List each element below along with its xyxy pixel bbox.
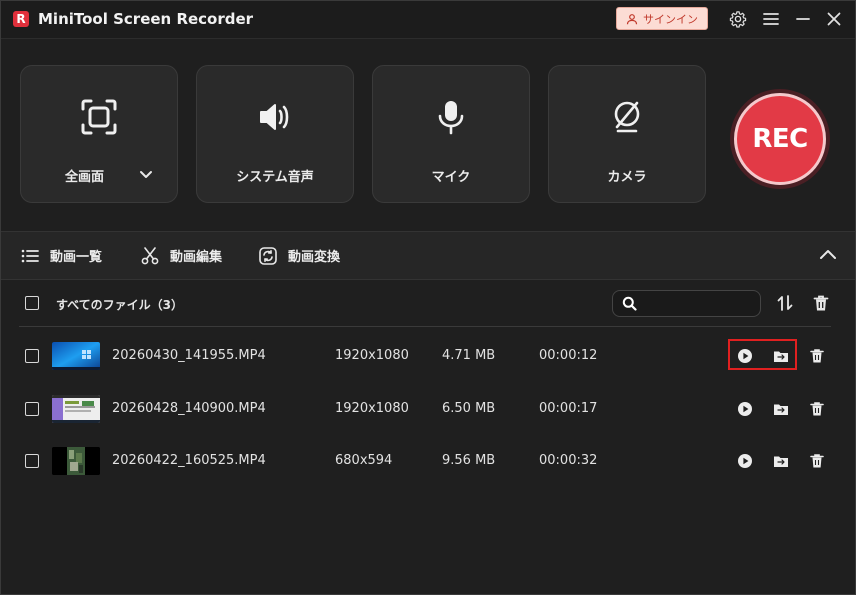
convert-icon <box>259 246 277 265</box>
signin-label: サインイン <box>643 12 698 26</box>
video-thumbnail <box>52 342 100 370</box>
camera-off-icon <box>608 98 646 136</box>
title-bar: R MiniTool Screen Recorder サインイン <box>1 1 855 39</box>
search-input[interactable] <box>643 294 755 313</box>
all-files-label: すべてのファイル（3） <box>56 298 184 312</box>
microphone-card[interactable]: マイク <box>372 65 530 203</box>
camera-card[interactable]: カメラ <box>548 65 706 203</box>
file-name: 20260428_140900.MP4 <box>112 401 266 416</box>
app-logo: R <box>13 11 29 27</box>
search-box[interactable] <box>612 290 761 317</box>
file-resolution: 1920x1080 <box>335 401 409 416</box>
fullscreen-source-card[interactable]: 全画面 <box>20 65 178 203</box>
file-row[interactable]: 20260428_140900.MP4 1920x1080 6.50 MB 00… <box>1 382 855 434</box>
file-size: 6.50 MB <box>442 401 496 416</box>
tab-video-list[interactable]: 動画一覧 <box>20 232 102 279</box>
trash-icon[interactable] <box>809 348 825 364</box>
row-checkbox[interactable] <box>25 454 39 468</box>
search-icon <box>622 296 637 311</box>
tab-video-convert-label: 動画変換 <box>288 250 341 265</box>
tab-video-convert[interactable]: 動画変換 <box>258 232 340 279</box>
system-audio-label: システム音声 <box>236 170 314 185</box>
gear-icon[interactable] <box>729 10 747 28</box>
file-resolution: 1920x1080 <box>335 348 409 363</box>
chevron-up-icon[interactable] <box>819 246 837 264</box>
microphone-label: マイク <box>431 170 471 185</box>
play-icon[interactable] <box>737 453 753 469</box>
minimize-icon[interactable] <box>794 10 812 28</box>
file-size: 9.56 MB <box>442 453 496 468</box>
app-window: R MiniTool Screen Recorder サインイン 全画面 システ… <box>0 0 856 595</box>
file-duration: 00:00:12 <box>539 348 598 363</box>
file-resolution: 680x594 <box>335 453 393 468</box>
rec-button[interactable]: REC <box>734 93 826 185</box>
sort-icon[interactable] <box>776 294 794 312</box>
file-size: 4.71 MB <box>442 348 496 363</box>
file-row[interactable]: 20260430_141955.MP4 1920x1080 4.71 MB 00… <box>1 329 855 381</box>
list-divider <box>19 326 831 327</box>
highlight-box <box>728 339 797 370</box>
folder-icon[interactable] <box>773 453 789 469</box>
speaker-icon <box>256 98 294 136</box>
microphone-icon <box>432 98 470 136</box>
menu-icon[interactable] <box>762 10 780 28</box>
row-checkbox[interactable] <box>25 402 39 416</box>
camera-label: カメラ <box>607 170 647 185</box>
delete-all-icon[interactable] <box>812 294 830 312</box>
list-icon <box>21 249 39 262</box>
tab-video-edit[interactable]: 動画編集 <box>140 232 222 279</box>
tab-video-edit-label: 動画編集 <box>170 250 223 265</box>
fullscreen-label: 全画面 <box>65 170 105 185</box>
play-icon[interactable] <box>737 401 753 417</box>
close-icon[interactable] <box>825 10 843 28</box>
file-row[interactable]: 20260422_160525.MP4 680x594 9.56 MB 00:0… <box>1 434 855 486</box>
tabs-bar: 動画一覧 動画編集 動画変換 <box>1 231 855 280</box>
app-title: MiniTool Screen Recorder <box>38 10 254 28</box>
fullscreen-icon <box>80 98 118 136</box>
row-checkbox[interactable] <box>25 349 39 363</box>
scissors-icon <box>141 246 159 264</box>
folder-icon[interactable] <box>773 401 789 417</box>
system-audio-card[interactable]: システム音声 <box>196 65 354 203</box>
user-icon <box>626 13 638 24</box>
file-duration: 00:00:17 <box>539 401 598 416</box>
video-thumbnail <box>52 447 100 475</box>
signin-button[interactable]: サインイン <box>616 7 708 30</box>
chevron-down-icon[interactable] <box>139 167 153 181</box>
tab-video-list-label: 動画一覧 <box>50 250 103 265</box>
file-name: 20260430_141955.MP4 <box>112 348 266 363</box>
video-thumbnail <box>52 395 100 423</box>
file-duration: 00:00:32 <box>539 453 598 468</box>
trash-icon[interactable] <box>809 453 825 469</box>
trash-icon[interactable] <box>809 401 825 417</box>
file-name: 20260422_160525.MP4 <box>112 453 266 468</box>
select-all-checkbox[interactable] <box>25 296 39 310</box>
